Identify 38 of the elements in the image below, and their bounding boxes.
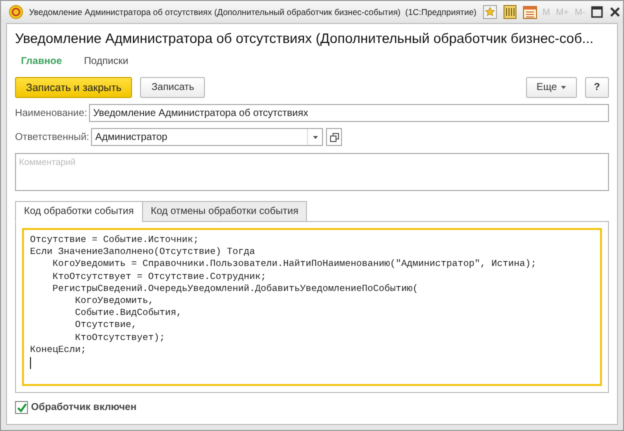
save-button[interactable]: Записать	[140, 77, 206, 98]
field-label: Ответственный:	[15, 132, 90, 142]
name-field[interactable]: Уведомление Администратора об отсутствиях	[89, 104, 609, 122]
code-line: КогоУведомить = Справочники.Пользователи.НайтиПоНаименованию("Администратор", Истина);	[52, 258, 538, 271]
code-line: КогоУведомить,	[74, 295, 155, 308]
text-cursor	[30, 357, 31, 370]
maximize-icon[interactable]	[591, 6, 604, 18]
code-line: КонецЕсли;	[30, 344, 88, 356]
close-icon[interactable]	[609, 6, 622, 18]
caret-icon	[560, 86, 566, 89]
copy-icon	[330, 132, 339, 142]
code-line: КтоОтсутствует);	[74, 332, 166, 344]
comment-field[interactable]: Комментарий	[15, 153, 609, 191]
owner-field[interactable]: Администратор	[91, 128, 324, 146]
code-line: КтоОтсутствует = Отсутствие.Сотрудник;	[52, 270, 268, 283]
dropdown-icon[interactable]	[312, 136, 318, 138]
tab[interactable]: Код обработки события	[15, 201, 143, 222]
code-line: Отсутствие = Событие.Источник;	[30, 234, 200, 246]
more-button[interactable]: Еще	[526, 77, 577, 98]
code-line: Отсутствие,	[74, 319, 138, 332]
help-button[interactable]: ?	[584, 77, 609, 98]
code-line: РегистрыСведений.ОчередьУведомлений.ДобавитьУведомлениеПоСобытию(	[52, 282, 420, 296]
form-title: Уведомление Администратора об отсутствиях (Дополнительный обработчик бизнес-соб...	[15, 30, 594, 48]
window-title: Уведомление Администратора об отсутствиях (Дополнительный обработчик бизнес-события) (1С:Предприятие)	[29, 7, 477, 17]
nav-link[interactable]: Подписки	[84, 56, 128, 67]
field-label: Наименование:	[15, 108, 88, 118]
open-button[interactable]	[326, 128, 342, 146]
checkmark-icon	[16, 402, 26, 412]
checkbox[interactable]	[15, 401, 28, 414]
code-line: Если ЗначениеЗаполнено(Отсутствие) Тогда	[30, 246, 256, 258]
logo-icon	[9, 5, 23, 19]
star-icon[interactable]	[482, 5, 497, 19]
checkbox-label: Обработчик включен	[31, 402, 136, 413]
save-close-button[interactable]: Записать и закрыть	[15, 77, 132, 98]
calendar-icon[interactable]	[522, 5, 537, 19]
calculator-icon[interactable]	[502, 5, 517, 19]
code-line: Событие.ВидСобытия,	[74, 307, 183, 320]
tab[interactable]: Код отмены обработки события	[142, 201, 308, 222]
